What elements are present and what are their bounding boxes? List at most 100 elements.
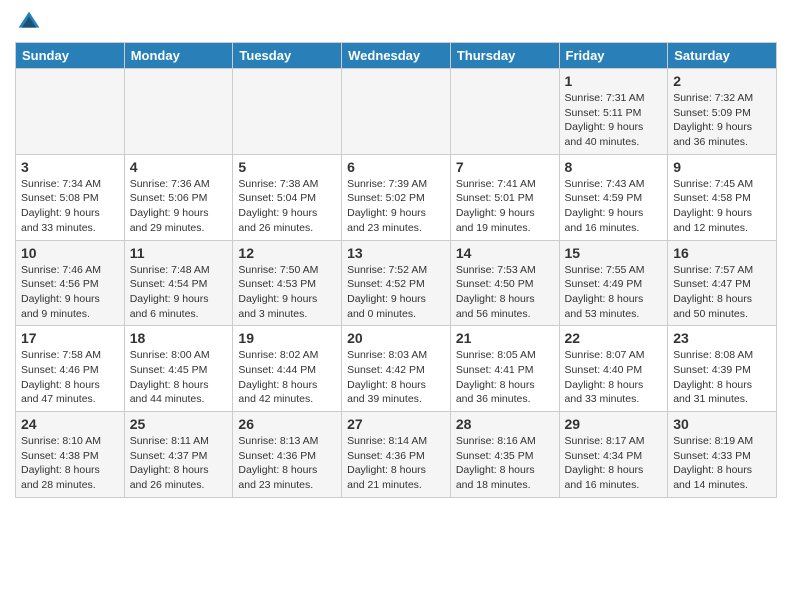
day-info: Sunrise: 8:03 AM Sunset: 4:42 PM Dayligh… [347, 348, 445, 407]
day-number: 20 [347, 330, 445, 346]
day-number: 17 [21, 330, 119, 346]
day-info: Sunrise: 7:55 AM Sunset: 4:49 PM Dayligh… [565, 263, 663, 322]
day-cell: 27Sunrise: 8:14 AM Sunset: 4:36 PM Dayli… [342, 412, 451, 498]
header-row: SundayMondayTuesdayWednesdayThursdayFrid… [16, 43, 777, 69]
day-number: 15 [565, 245, 663, 261]
day-number: 9 [673, 159, 771, 175]
day-cell [233, 69, 342, 155]
col-header-sunday: Sunday [16, 43, 125, 69]
day-info: Sunrise: 7:32 AM Sunset: 5:09 PM Dayligh… [673, 91, 771, 150]
day-info: Sunrise: 8:10 AM Sunset: 4:38 PM Dayligh… [21, 434, 119, 493]
day-cell: 21Sunrise: 8:05 AM Sunset: 4:41 PM Dayli… [450, 326, 559, 412]
day-info: Sunrise: 8:13 AM Sunset: 4:36 PM Dayligh… [238, 434, 336, 493]
day-info: Sunrise: 7:41 AM Sunset: 5:01 PM Dayligh… [456, 177, 554, 236]
col-header-saturday: Saturday [668, 43, 777, 69]
day-cell: 17 Sunrise: 7:58 AM Sunset: 4:46 PM Dayli… [16, 326, 125, 412]
day-number: 19 [238, 330, 336, 346]
day-number: 22 [565, 330, 663, 346]
day-cell: 25Sunrise: 8:11 AM Sunset: 4:37 PM Dayli… [124, 412, 233, 498]
logo-icon [17, 10, 41, 34]
day-info: Sunrise: 8:00 AM Sunset: 4:45 PM Dayligh… [130, 348, 228, 407]
day-cell: 26 Sunrise: 8:13 AM Sunset: 4:36 PM Dayli… [233, 412, 342, 498]
day-cell: 4 Sunrise: 7:36 AM Sunset: 5:06 PM Daylig… [124, 154, 233, 240]
day-number: 12 [238, 245, 336, 261]
week-row-5: 24Sunrise: 8:10 AM Sunset: 4:38 PM Dayli… [16, 412, 777, 498]
day-info: Sunrise: 8:19 AM Sunset: 4:33 PM Dayligh… [673, 434, 771, 493]
day-info: Sunrise: 7:36 AM Sunset: 5:06 PM Dayligh… [130, 177, 228, 236]
day-cell: 30 Sunrise: 8:19 AM Sunset: 4:33 PM Dayli… [668, 412, 777, 498]
day-number: 7 [456, 159, 554, 175]
col-header-thursday: Thursday [450, 43, 559, 69]
day-info: Sunrise: 8:08 AM Sunset: 4:39 PM Dayligh… [673, 348, 771, 407]
day-info: Sunrise: 8:14 AM Sunset: 4:36 PM Dayligh… [347, 434, 445, 493]
day-info: Sunrise: 8:05 AM Sunset: 4:41 PM Dayligh… [456, 348, 554, 407]
day-cell: 22 Sunrise: 8:07 AM Sunset: 4:40 PM Dayli… [559, 326, 668, 412]
page: SundayMondayTuesdayWednesdayThursdayFrid… [0, 0, 792, 508]
day-cell: 13 Sunrise: 7:52 AM Sunset: 4:52 PM Dayli… [342, 240, 451, 326]
day-number: 10 [21, 245, 119, 261]
day-cell: 3 Sunrise: 7:34 AM Sunset: 5:08 PM Daylig… [16, 154, 125, 240]
day-info: Sunrise: 8:16 AM Sunset: 4:35 PM Dayligh… [456, 434, 554, 493]
day-info: Sunrise: 8:17 AM Sunset: 4:34 PM Dayligh… [565, 434, 663, 493]
day-number: 11 [130, 245, 228, 261]
day-cell [342, 69, 451, 155]
col-header-monday: Monday [124, 43, 233, 69]
day-number: 23 [673, 330, 771, 346]
day-number: 28 [456, 416, 554, 432]
header [15, 10, 777, 34]
day-cell: 6 Sunrise: 7:39 AM Sunset: 5:02 PM Daylig… [342, 154, 451, 240]
day-cell: 19 Sunrise: 8:02 AM Sunset: 4:44 PM Dayli… [233, 326, 342, 412]
day-number: 3 [21, 159, 119, 175]
logo [15, 10, 41, 34]
day-number: 13 [347, 245, 445, 261]
day-info: Sunrise: 7:34 AM Sunset: 5:08 PM Dayligh… [21, 177, 119, 236]
day-cell: 28 Sunrise: 8:16 AM Sunset: 4:35 PM Dayli… [450, 412, 559, 498]
day-number: 8 [565, 159, 663, 175]
day-info: Sunrise: 7:53 AM Sunset: 4:50 PM Dayligh… [456, 263, 554, 322]
day-cell: 18 Sunrise: 8:00 AM Sunset: 4:45 PM Dayli… [124, 326, 233, 412]
day-number: 26 [238, 416, 336, 432]
day-number: 4 [130, 159, 228, 175]
week-row-2: 3 Sunrise: 7:34 AM Sunset: 5:08 PM Daylig… [16, 154, 777, 240]
day-cell: 12 Sunrise: 7:50 AM Sunset: 4:53 PM Dayli… [233, 240, 342, 326]
day-number: 6 [347, 159, 445, 175]
day-info: Sunrise: 7:50 AM Sunset: 4:53 PM Dayligh… [238, 263, 336, 322]
day-info: Sunrise: 7:57 AM Sunset: 4:47 PM Dayligh… [673, 263, 771, 322]
day-cell: 8 Sunrise: 7:43 AM Sunset: 4:59 PM Daylig… [559, 154, 668, 240]
week-row-4: 17 Sunrise: 7:58 AM Sunset: 4:46 PM Dayli… [16, 326, 777, 412]
day-number: 14 [456, 245, 554, 261]
day-number: 29 [565, 416, 663, 432]
day-cell: 7 Sunrise: 7:41 AM Sunset: 5:01 PM Daylig… [450, 154, 559, 240]
day-info: Sunrise: 7:48 AM Sunset: 4:54 PM Dayligh… [130, 263, 228, 322]
col-header-wednesday: Wednesday [342, 43, 451, 69]
day-info: Sunrise: 7:52 AM Sunset: 4:52 PM Dayligh… [347, 263, 445, 322]
week-row-3: 10 Sunrise: 7:46 AM Sunset: 4:56 PM Dayli… [16, 240, 777, 326]
day-info: Sunrise: 7:43 AM Sunset: 4:59 PM Dayligh… [565, 177, 663, 236]
day-cell: 29 Sunrise: 8:17 AM Sunset: 4:34 PM Dayli… [559, 412, 668, 498]
day-number: 25 [130, 416, 228, 432]
day-cell [450, 69, 559, 155]
day-info: Sunrise: 7:38 AM Sunset: 5:04 PM Dayligh… [238, 177, 336, 236]
day-number: 18 [130, 330, 228, 346]
col-header-tuesday: Tuesday [233, 43, 342, 69]
day-info: Sunrise: 8:02 AM Sunset: 4:44 PM Dayligh… [238, 348, 336, 407]
day-number: 2 [673, 73, 771, 89]
day-info: Sunrise: 7:39 AM Sunset: 5:02 PM Dayligh… [347, 177, 445, 236]
col-header-friday: Friday [559, 43, 668, 69]
day-cell: 20 Sunrise: 8:03 AM Sunset: 4:42 PM Dayli… [342, 326, 451, 412]
day-number: 30 [673, 416, 771, 432]
day-info: Sunrise: 7:58 AM Sunset: 4:46 PM Dayligh… [21, 348, 119, 407]
day-number: 5 [238, 159, 336, 175]
day-cell: 11 Sunrise: 7:48 AM Sunset: 4:54 PM Dayli… [124, 240, 233, 326]
day-cell: 9Sunrise: 7:45 AM Sunset: 4:58 PM Daylig… [668, 154, 777, 240]
day-cell [124, 69, 233, 155]
calendar-table: SundayMondayTuesdayWednesdayThursdayFrid… [15, 42, 777, 498]
day-cell: 2 Sunrise: 7:32 AM Sunset: 5:09 PM Daylig… [668, 69, 777, 155]
day-cell: 24Sunrise: 8:10 AM Sunset: 4:38 PM Dayli… [16, 412, 125, 498]
day-number: 16 [673, 245, 771, 261]
week-row-1: 1Sunrise: 7:31 AM Sunset: 5:11 PM Daylig… [16, 69, 777, 155]
day-info: Sunrise: 8:07 AM Sunset: 4:40 PM Dayligh… [565, 348, 663, 407]
day-cell: 15 Sunrise: 7:55 AM Sunset: 4:49 PM Dayli… [559, 240, 668, 326]
day-info: Sunrise: 7:46 AM Sunset: 4:56 PM Dayligh… [21, 263, 119, 322]
day-cell [16, 69, 125, 155]
